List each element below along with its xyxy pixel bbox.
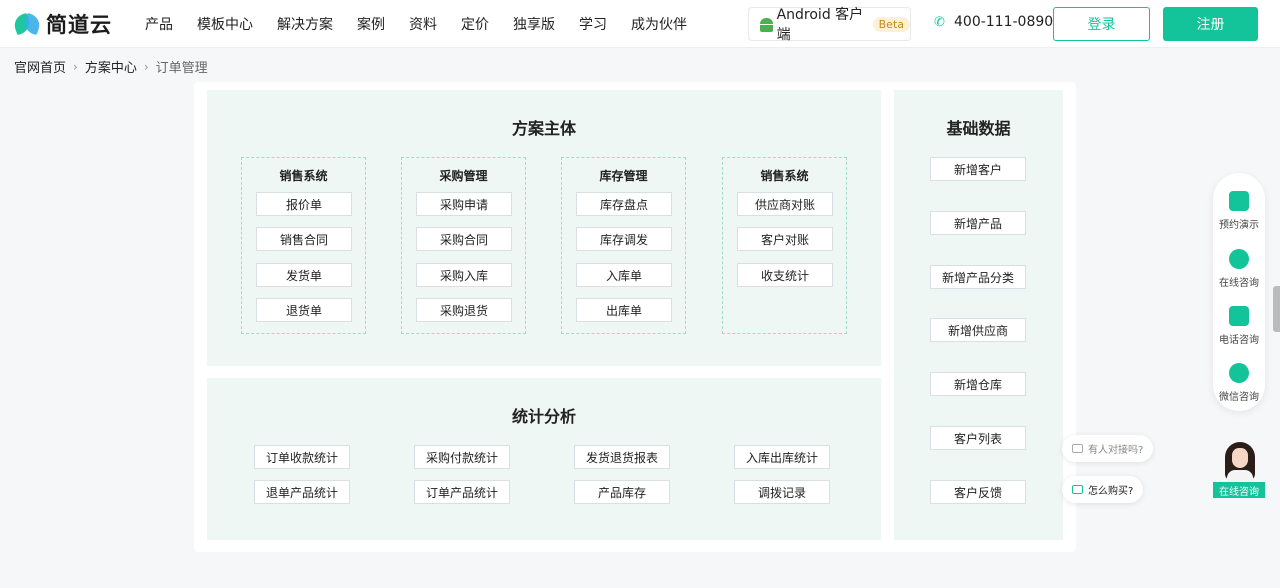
edit-icon [1229, 191, 1249, 211]
breadcrumb-current: 订单管理 [155, 61, 208, 76]
chevron-right-icon: › [73, 59, 78, 74]
module-chip[interactable]: 库存调发 [576, 227, 672, 251]
group-title: 库存管理 [599, 169, 648, 183]
module-chip[interactable]: 报价单 [256, 192, 352, 216]
chevron-right-icon: › [143, 59, 149, 74]
stats-panel-title: 统计分析 [511, 407, 576, 426]
stats-panel: 统计分析 订单收款统计 采购付款统计 发货退货报表 入库出库统计 退单产品统计 … [207, 378, 881, 540]
online-chat-button[interactable]: 在线咨询 [1213, 249, 1265, 289]
stats-chip[interactable]: 产品库存 [574, 480, 670, 504]
phone-number: 400-111-0890 [954, 14, 1054, 30]
group-title: 销售系统 [760, 169, 809, 183]
module-chip[interactable]: 供应商对账 [737, 192, 833, 216]
module-chip[interactable]: 收支统计 [737, 263, 833, 287]
module-chip[interactable]: 采购合同 [416, 227, 512, 251]
stats-chip[interactable]: 调拨记录 [734, 480, 830, 504]
nav-item-dedicated[interactable]: 独享版 [513, 14, 555, 34]
solution-diagram-card: 方案主体 销售系统 报价单 销售合同 发货单 退货单 采购管理 采购申请 采购合… [194, 82, 1076, 552]
module-group-sales: 销售系统 报价单 销售合同 发货单 退货单 [241, 157, 366, 334]
base-data-chip[interactable]: 新增仓库 [930, 372, 1026, 396]
phone-consult-button[interactable]: 电话咨询 [1213, 306, 1265, 346]
bubble-text: 怎么购买? [1088, 486, 1134, 497]
stats-chip[interactable]: 订单产品统计 [414, 480, 510, 504]
stats-chip[interactable]: 发货退货报表 [574, 445, 670, 469]
agent-label: 在线咨询 [1213, 482, 1265, 498]
module-group-finance: 销售系统 供应商对账 客户对账 收支统计 [722, 157, 847, 334]
module-chip[interactable]: 采购退货 [416, 298, 512, 322]
module-group-purchase: 采购管理 采购申请 采购合同 采购入库 采购退货 [401, 157, 526, 334]
android-icon [759, 17, 773, 32]
quick-question-bubble[interactable]: 有人对接吗? [1062, 435, 1154, 462]
top-navbar: 简道云 产品 模板中心 解决方案 案例 资料 定价 独享版 学习 成为伙伴 An… [0, 0, 1280, 48]
module-chip[interactable]: 退货单 [256, 298, 352, 322]
breadcrumb-solutions[interactable]: 方案中心 [85, 57, 137, 76]
chat-icon [1229, 249, 1249, 269]
base-data-chip[interactable]: 新增产品 [930, 211, 1026, 235]
main-panel-title: 方案主体 [511, 119, 576, 138]
beta-badge: Beta [872, 16, 910, 32]
nav-item-cases[interactable]: 案例 [357, 14, 385, 34]
wechat-consult-button[interactable]: 微信咨询 [1213, 363, 1265, 403]
base-data-chip[interactable]: 客户列表 [930, 426, 1026, 450]
module-chip[interactable]: 销售合同 [256, 227, 352, 251]
group-title: 采购管理 [439, 169, 488, 183]
breadcrumb: 官网首页 › 方案中心 › 订单管理 [14, 57, 208, 77]
nav-item-templates[interactable]: 模板中心 [197, 14, 253, 34]
quick-question-bubble[interactable]: 怎么购买? [1062, 476, 1144, 503]
book-demo-button[interactable]: 预约演示 [1213, 191, 1265, 231]
stats-chip[interactable]: 退单产品统计 [254, 480, 350, 504]
wechat-icon [1229, 363, 1249, 383]
phone-icon [1229, 306, 1249, 326]
bubble-text: 有人对接吗? [1088, 445, 1144, 456]
base-data-chip[interactable]: 新增客户 [930, 157, 1026, 181]
nav-item-learn[interactable]: 学习 [579, 14, 607, 34]
logo-icon [11, 11, 43, 37]
brand-logo[interactable]: 简道云 [11, 10, 112, 38]
base-data-panel-title: 基础数据 [946, 119, 1011, 138]
nav-item-partner[interactable]: 成为伙伴 [631, 14, 687, 34]
module-chip[interactable]: 客户对账 [737, 227, 833, 251]
module-chip[interactable]: 入库单 [576, 263, 672, 287]
tool-label: 微信咨询 [1219, 392, 1259, 403]
phone-icon: ✆ [934, 14, 945, 30]
chat-bubble-icon [1072, 485, 1083, 494]
online-agent-widget[interactable]: 在线咨询 [1213, 440, 1265, 498]
main-panel: 方案主体 销售系统 报价单 销售合同 发货单 退货单 采购管理 采购申请 采购合… [207, 90, 881, 366]
floating-toolbar: 预约演示 在线咨询 电话咨询 微信咨询 [1213, 173, 1265, 411]
nav-item-resources[interactable]: 资料 [409, 14, 437, 34]
nav-item-solutions[interactable]: 解决方案 [277, 14, 333, 34]
stats-chip[interactable]: 采购付款统计 [414, 445, 510, 469]
register-button[interactable]: 注册 [1163, 7, 1258, 41]
module-chip[interactable]: 发货单 [256, 263, 352, 287]
stats-chip[interactable]: 订单收款统计 [254, 445, 350, 469]
module-chip[interactable]: 采购入库 [416, 263, 512, 287]
tool-label: 电话咨询 [1219, 335, 1259, 346]
agent-avatar [1221, 440, 1259, 482]
login-button[interactable]: 登录 [1053, 7, 1150, 41]
scrollbar-thumb[interactable] [1273, 286, 1280, 332]
base-data-chip[interactable]: 新增产品分类 [930, 265, 1026, 289]
breadcrumb-home[interactable]: 官网首页 [14, 57, 66, 76]
tool-label: 预约演示 [1219, 220, 1259, 231]
brand-name: 简道云 [46, 13, 112, 37]
base-data-chip[interactable]: 客户反馈 [930, 480, 1026, 504]
phone-contact[interactable]: ✆ 400-111-0890 [934, 14, 1053, 30]
base-data-panel: 基础数据 新增客户 新增产品 新增产品分类 新增供应商 新增仓库 客户列表 客户… [894, 90, 1063, 540]
android-client-button[interactable]: Android 客户端 Beta [748, 7, 911, 43]
android-client-label: Android 客户端 [776, 7, 864, 43]
nav-item-products[interactable]: 产品 [145, 14, 173, 34]
chat-bubble-icon [1072, 444, 1083, 453]
module-chip[interactable]: 出库单 [576, 298, 672, 322]
tool-label: 在线咨询 [1219, 278, 1259, 289]
nav-item-pricing[interactable]: 定价 [461, 14, 489, 34]
stats-chip[interactable]: 入库出库统计 [734, 445, 830, 469]
main-nav: 产品 模板中心 解决方案 案例 资料 定价 独享版 学习 成为伙伴 [133, 0, 699, 48]
module-chip[interactable]: 库存盘点 [576, 192, 672, 216]
group-title: 销售系统 [279, 169, 328, 183]
module-chip[interactable]: 采购申请 [416, 192, 512, 216]
base-data-chip[interactable]: 新增供应商 [930, 318, 1026, 342]
module-group-inventory: 库存管理 库存盘点 库存调发 入库单 出库单 [561, 157, 686, 334]
